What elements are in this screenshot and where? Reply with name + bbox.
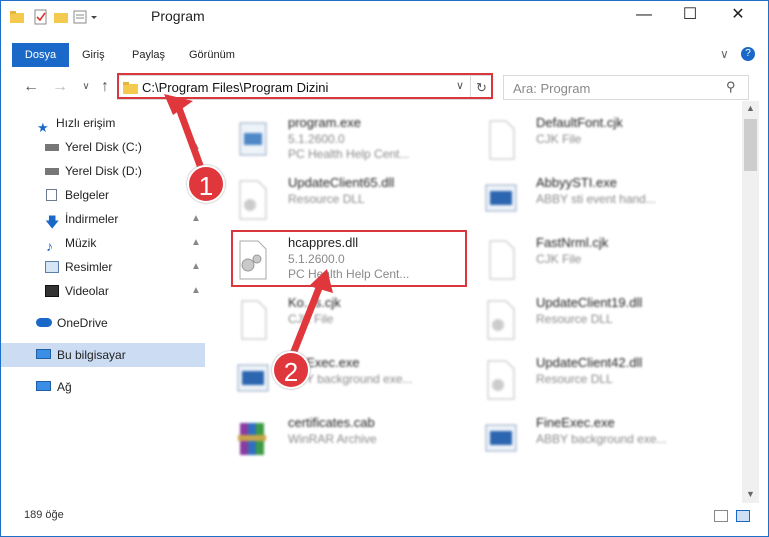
status-bar: 189 öğe [1,506,768,526]
arrowhead-file [309,269,333,293]
item-count: 189 öğe [24,509,64,521]
arrow-to-file [287,281,325,361]
vertical-scrollbar[interactable]: ▲ ▼ [742,101,759,503]
explorer-window: Program — ☐ ✕ Dosya Giriş Paylaş Görünüm… [0,0,769,537]
scrollbar-thumb[interactable] [744,119,757,171]
details-view-icon[interactable] [714,510,728,522]
step-2-badge: 2 [272,351,310,389]
annotation-arrows [164,94,333,361]
large-icons-view-icon[interactable] [736,510,750,522]
step-1-badge: 1 [187,165,225,203]
scroll-down-icon[interactable]: ▼ [746,489,755,499]
scroll-up-icon[interactable]: ▲ [746,103,755,113]
